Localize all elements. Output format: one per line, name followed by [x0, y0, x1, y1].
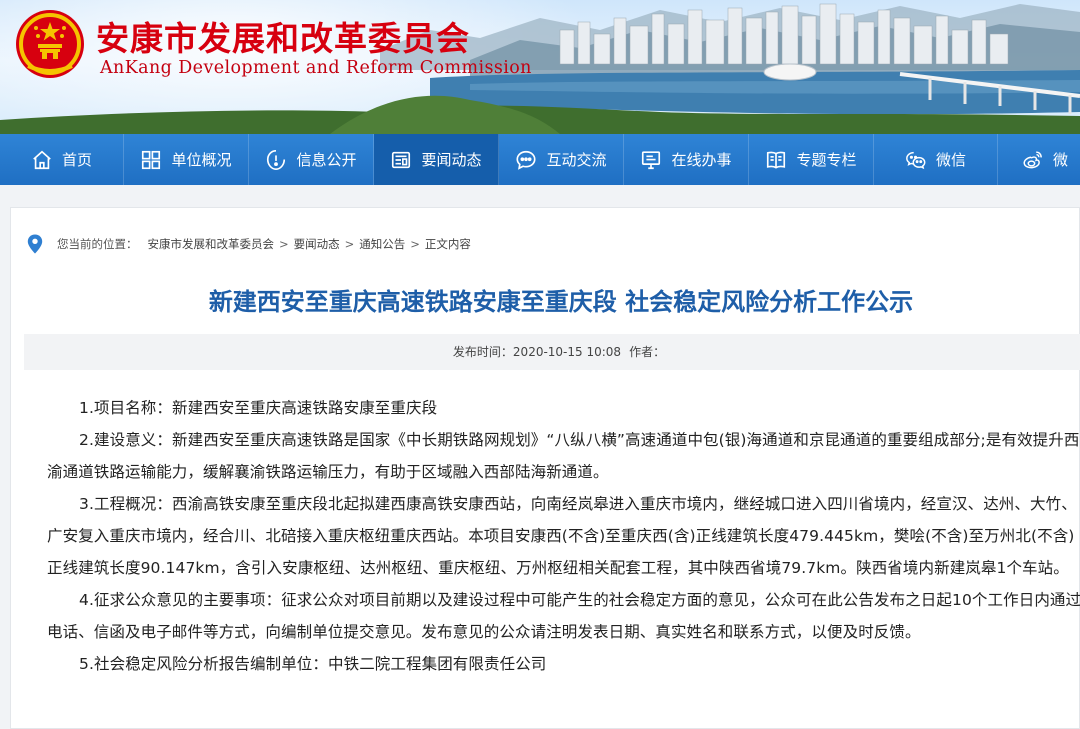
weibo-icon [1023, 150, 1042, 168]
breadcrumb-separator: > [344, 237, 355, 251]
article-body: 1.项目名称：新建西安至重庆高速铁路安康至重庆段 2.建设意义：新建西安至重庆高… [47, 392, 1080, 680]
nav-item-home[interactable]: 首页 [0, 134, 124, 185]
book-icon [767, 151, 786, 169]
author-label: 作者： [629, 345, 666, 359]
article-paragraph: 1.项目名称：新建西安至重庆高速铁路安康至重庆段 [79, 399, 438, 417]
nav-item-interaction[interactable]: 互动交流 [499, 134, 624, 185]
nav-item-weibo[interactable]: 微 [998, 134, 1080, 185]
breadcrumb-item-news[interactable]: 要闻动态 [294, 236, 340, 252]
publish-time: 2020-10-15 10:08 [512, 345, 622, 359]
nav-label: 要闻动态 [421, 151, 482, 169]
location-pin-icon [27, 234, 43, 254]
breadcrumb-separator: > [410, 237, 420, 251]
nav-label: 互动交流 [546, 151, 607, 169]
nav-item-online-service[interactable]: 在线办事 [624, 134, 749, 185]
grid-icon [142, 150, 161, 169]
chat-icon [516, 150, 537, 170]
article-container: 您当前的位置： 安康市发展和改革委员会 > 要闻动态 > 通知公告 > 正文内容… [10, 207, 1080, 729]
monitor-icon [642, 150, 661, 169]
nav-item-overview[interactable]: 单位概况 [124, 134, 249, 185]
site-title-english: AnKang Development and Reform Commission [100, 58, 532, 78]
nav-label: 微 [1053, 151, 1069, 169]
breadcrumb-item-home[interactable]: 安康市发展和改革委员会 [148, 236, 275, 252]
article-title: 新建西安至重庆高速铁路安康至重庆段 社会稳定风险分析工作公示 [208, 288, 914, 316]
nav-item-info-disclosure[interactable]: 信息公开 [249, 134, 374, 185]
nav-item-special-topics[interactable]: 专题专栏 [749, 134, 874, 185]
site-title[interactable]: 安康市发展和改革委员会 [96, 12, 470, 60]
article-paragraph: 2.建设意义：新建西安至重庆高速铁路是国家《中长期铁路网规划》“八纵八横”高速通… [47, 431, 1080, 481]
breadcrumb-item-notices[interactable]: 通知公告 [359, 236, 405, 252]
article-paragraph: 3.工程概况：西渝高铁安康至重庆段北起拟建西康高铁安康西站，向南经岚皋进入重庆市… [47, 495, 1077, 577]
breadcrumb-prefix: 您当前的位置： [57, 237, 138, 251]
nav-label: 单位概况 [171, 151, 232, 169]
nav-label: 信息公开 [296, 151, 357, 169]
site-header: 安康市发展和改革委员会 AnKang Development and Refor… [0, 0, 1080, 134]
home-icon [33, 150, 51, 169]
nav-label: 微信 [935, 151, 966, 169]
nav-label: 首页 [61, 151, 92, 169]
nav-item-news[interactable]: 要闻动态 [374, 134, 499, 185]
article-paragraph: 4.征求公众意见的主要事项：征求公众对项目前期以及建设过程中可能产生的社会稳定方… [47, 591, 1080, 641]
breadcrumb-item-current: 正文内容 [424, 237, 471, 251]
article-paragraph: 5.社会稳定风险分析报告编制单位：中铁二院工程集团有限责任公司 [79, 655, 547, 673]
breadcrumb: 您当前的位置： 安康市发展和改革委员会 > 要闻动态 > 通知公告 > 正文内容 [27, 234, 471, 254]
publish-time-label: 发布时间： [452, 345, 513, 359]
main-navigation: 首页 单位概况 信息公开 要闻动态 互动交流 在线办事 专题专栏 微信 微 [0, 134, 1080, 185]
nav-item-wechat[interactable]: 微信 [874, 134, 998, 185]
nav-label: 在线办事 [671, 151, 732, 169]
article-meta: 发布时间：2020-10-15 10:08 作者： [24, 334, 1080, 370]
national-emblem-logo [16, 10, 84, 78]
info-icon [267, 149, 286, 170]
breadcrumb-separator: > [279, 237, 289, 251]
news-icon [392, 151, 411, 168]
wechat-icon [906, 151, 926, 169]
nav-label: 专题专栏 [796, 151, 857, 169]
